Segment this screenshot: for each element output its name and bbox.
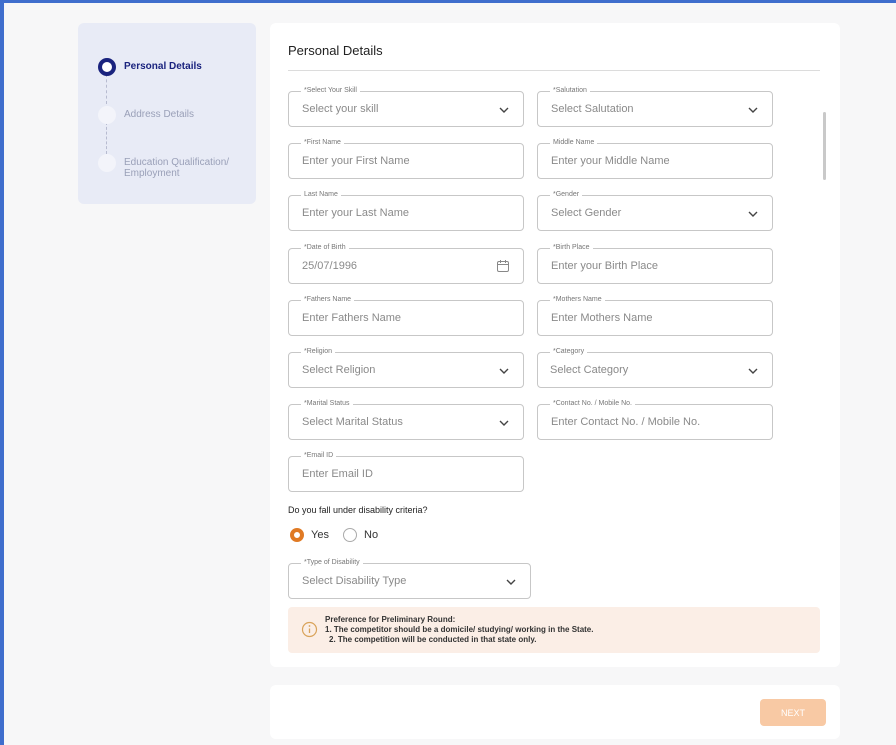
field-label: *Select Your Skill bbox=[301, 86, 360, 95]
field-placeholder: Enter Email ID bbox=[302, 468, 373, 480]
field-label: *Email ID bbox=[301, 451, 337, 460]
field-placeholder: Select Religion bbox=[302, 364, 376, 376]
field-label: *Category bbox=[550, 347, 588, 356]
disability-no-option[interactable]: No bbox=[343, 528, 378, 542]
step-address-details[interactable]: Address Details bbox=[98, 106, 194, 124]
field-placeholder: Select Salutation bbox=[551, 103, 634, 115]
fathers-name-field[interactable]: *Fathers Name Enter Fathers Name bbox=[288, 295, 524, 336]
field-label: *Marital Status bbox=[301, 399, 353, 408]
step-connector bbox=[106, 74, 107, 104]
step-pending-indicator bbox=[98, 154, 116, 172]
step-active-indicator bbox=[98, 58, 116, 76]
field-placeholder: Enter your Birth Place bbox=[551, 260, 658, 272]
radio-label: Yes bbox=[311, 529, 329, 541]
disability-yes-option[interactable]: Yes bbox=[290, 528, 329, 542]
gender-select[interactable]: *Gender Select Gender bbox=[537, 190, 773, 231]
radio-label: No bbox=[364, 529, 379, 541]
page-title: Personal Details bbox=[288, 43, 383, 58]
chevron-down-icon bbox=[499, 420, 509, 426]
field-placeholder: Enter Fathers Name bbox=[302, 312, 402, 324]
field-label: *Salutation bbox=[550, 86, 590, 95]
step-connector bbox=[106, 122, 107, 154]
step-education[interactable]: Education Qualification/ Employment bbox=[98, 154, 229, 179]
salutation-select[interactable]: *Salutation Select Salutation bbox=[537, 86, 773, 127]
disability-type-select[interactable]: *Type of Disability Select Disability Ty… bbox=[288, 558, 531, 599]
title-divider bbox=[288, 70, 820, 71]
mothers-name-field[interactable]: *Mothers Name Enter Mothers Name bbox=[537, 295, 773, 336]
category-select[interactable]: *Category Select Category bbox=[537, 347, 773, 388]
date-of-birth-field[interactable]: *Date of Birth 25/07/1996 bbox=[288, 243, 524, 284]
skill-select[interactable]: *Select Your Skill Select your skill bbox=[288, 86, 524, 127]
field-value: 25/07/1996 bbox=[302, 260, 358, 272]
notice-title: Preference for Preliminary Round: bbox=[325, 615, 456, 624]
field-label: *First Name bbox=[301, 138, 344, 147]
field-label: *Fathers Name bbox=[301, 295, 355, 304]
field-placeholder: Select your skill bbox=[302, 103, 379, 115]
field-placeholder: Enter Contact No. / Mobile No. bbox=[551, 416, 701, 428]
field-placeholder: Select Gender bbox=[551, 207, 622, 219]
marital-status-select[interactable]: *Marital Status Select Marital Status bbox=[288, 399, 524, 440]
field-placeholder: Select Marital Status bbox=[302, 416, 403, 428]
field-label: *Religion bbox=[301, 347, 336, 356]
field-label: *Contact No. / Mobile No. bbox=[550, 399, 635, 408]
radio-unchecked-icon[interactable] bbox=[343, 528, 357, 542]
step-label: Education Qualification/ Employment bbox=[124, 157, 230, 179]
field-placeholder: Enter your Last Name bbox=[302, 207, 409, 219]
email-field[interactable]: *Email ID Enter Email ID bbox=[288, 451, 524, 492]
field-label: *Birth Place bbox=[550, 243, 593, 252]
field-label: Middle Name bbox=[550, 138, 598, 147]
preference-notice: Preference for Preliminary Round: 1. The… bbox=[288, 607, 820, 653]
field-placeholder: Enter Mothers Name bbox=[551, 312, 653, 324]
scrollbar-thumb[interactable] bbox=[823, 112, 826, 180]
religion-select[interactable]: *Religion Select Religion bbox=[288, 347, 524, 388]
middle-name-field[interactable]: Middle Name Enter your Middle Name bbox=[537, 138, 773, 179]
birth-place-field[interactable]: *Birth Place Enter your Birth Place bbox=[537, 243, 773, 284]
form-footer bbox=[270, 685, 840, 739]
field-label: Last Name bbox=[301, 190, 341, 199]
notice-line-2: 2. The competition will be conducted in … bbox=[329, 635, 537, 644]
field-label: *Type of Disability bbox=[301, 558, 363, 567]
chevron-down-icon bbox=[748, 107, 758, 113]
field-placeholder: Enter your First Name bbox=[302, 155, 410, 167]
chevron-down-icon bbox=[506, 579, 516, 585]
chevron-down-icon bbox=[499, 368, 509, 374]
step-label: Personal Details bbox=[124, 61, 202, 72]
field-label: *Gender bbox=[550, 190, 583, 199]
disability-question: Do you fall under disability criteria? bbox=[288, 505, 428, 515]
calendar-icon[interactable] bbox=[496, 259, 510, 273]
next-button[interactable]: NEXT bbox=[760, 699, 826, 726]
field-label: *Mothers Name bbox=[550, 295, 605, 304]
chevron-down-icon bbox=[748, 211, 758, 217]
first-name-field[interactable]: *First Name Enter your First Name bbox=[288, 138, 524, 179]
chevron-down-icon bbox=[748, 368, 758, 374]
field-placeholder: Enter your Middle Name bbox=[551, 155, 670, 167]
info-icon bbox=[301, 621, 318, 638]
last-name-field[interactable]: Last Name Enter your Last Name bbox=[288, 190, 524, 231]
chevron-down-icon bbox=[499, 107, 509, 113]
step-label: Address Details bbox=[124, 109, 195, 120]
field-placeholder: Select Category bbox=[550, 364, 629, 376]
notice-text: Preference for Preliminary Round: 1. The… bbox=[325, 615, 593, 645]
step-personal-details[interactable]: Personal Details bbox=[98, 58, 202, 76]
step-pending-indicator bbox=[98, 106, 116, 124]
field-placeholder: Select Disability Type bbox=[302, 575, 407, 587]
contact-number-field[interactable]: *Contact No. / Mobile No. Enter Contact … bbox=[537, 399, 773, 440]
radio-checked-icon[interactable] bbox=[290, 528, 304, 542]
notice-line-1: 1. The competitor should be a domicile/ … bbox=[325, 625, 594, 634]
progress-stepper: Personal Details Address Details Educati… bbox=[78, 23, 256, 204]
field-label: *Date of Birth bbox=[301, 243, 349, 252]
